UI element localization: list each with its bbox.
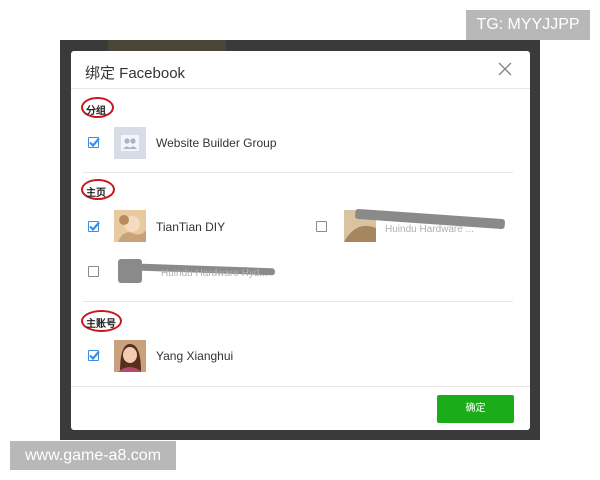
checkmark-icon	[89, 221, 100, 232]
page-avatar	[114, 210, 146, 242]
dialog-title: 绑定 Facebook	[85, 65, 186, 82]
section-label-main-account: 主账号	[86, 319, 116, 330]
checkmark-icon	[89, 350, 100, 361]
section-divider	[83, 301, 513, 302]
list-item[interactable]: Huindu Hardware Hyd...	[85, 256, 315, 288]
checkbox[interactable]	[88, 137, 100, 148]
checkmark-icon	[89, 137, 100, 148]
gray-avatar	[118, 259, 142, 283]
checkbox[interactable]	[88, 266, 99, 277]
section-divider	[83, 172, 513, 173]
site-watermark: www.game-a8.com	[10, 441, 176, 470]
page-name: TianTian DIY	[156, 220, 226, 234]
tg-watermark: TG: MYYJJPP	[466, 10, 590, 40]
dialog-footer: 确定	[71, 386, 530, 430]
page-name: Huindu Hardware ...	[385, 224, 474, 235]
list-item[interactable]: Website Builder Group	[85, 127, 385, 159]
bind-facebook-dialog: 绑定 Facebook 分组 Website Builder Group 主页 …	[71, 51, 530, 430]
checkbox[interactable]	[88, 221, 100, 232]
page-name: Huindu Hardware Hyd...	[161, 268, 268, 279]
list-item[interactable]: Huindu Hardware ...	[315, 208, 515, 242]
group-name: Website Builder Group	[156, 136, 277, 150]
account-avatar	[114, 340, 146, 372]
group-placeholder-icon	[114, 127, 146, 159]
screenshot-root: 绑定 Facebook 分组 Website Builder Group 主页 …	[0, 0, 600, 480]
checkbox[interactable]	[88, 350, 100, 361]
close-icon[interactable]	[498, 62, 512, 76]
account-name: Yang Xianghui	[156, 349, 234, 363]
dialog-header: 绑定 Facebook	[71, 51, 530, 89]
list-item[interactable]: TianTian DIY	[85, 210, 295, 242]
list-item[interactable]: Yang Xianghui	[85, 340, 385, 372]
checkbox[interactable]	[316, 221, 327, 232]
confirm-button[interactable]: 确定	[437, 395, 514, 423]
section-label-pages: 主页	[86, 188, 106, 199]
section-label-group: 分组	[86, 106, 106, 117]
